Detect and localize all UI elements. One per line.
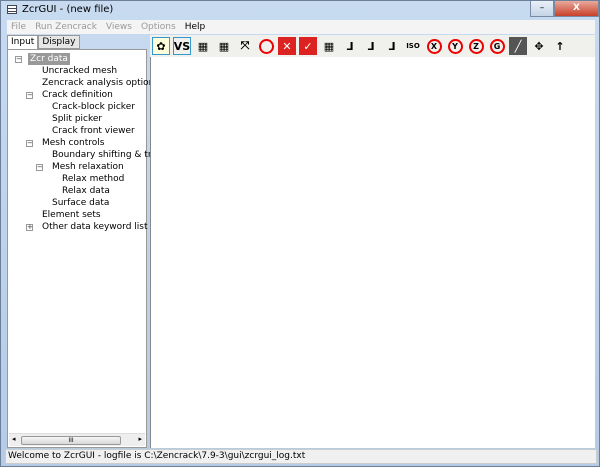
delete-mesh-icon[interactable]: ✕	[278, 37, 296, 55]
tree-item-uncracked-mesh[interactable]: Uncracked mesh	[42, 65, 117, 77]
fit-view-icon[interactable]: ⤧	[236, 37, 254, 55]
tree-item-element-sets[interactable]: Element sets	[42, 209, 101, 221]
tree-item-crack-definition[interactable]: Crack definition	[42, 89, 113, 101]
axes-xz-icon[interactable]: ⅃	[383, 37, 401, 55]
tab-display[interactable]: Display	[38, 35, 80, 49]
check-mesh-icon[interactable]: ✓	[299, 37, 317, 55]
tree-panel: − Zcr data Uncracked mesh Zencrack analy…	[7, 49, 171, 448]
menu-file[interactable]: File	[11, 20, 26, 34]
menu-run-zencrack[interactable]: Run Zencrack	[35, 20, 97, 34]
vs-icon[interactable]: VS	[173, 37, 191, 55]
scroll-thumb[interactable]: III	[21, 436, 121, 445]
tree-root[interactable]: Zcr data	[28, 53, 70, 65]
status-bar: Welcome to ZcrGUI - logfile is C:\Zencra…	[5, 449, 597, 464]
collapse-icon[interactable]: −	[26, 92, 33, 99]
app-icon	[7, 5, 17, 14]
axes-yx-icon[interactable]: ⅃	[341, 37, 359, 55]
panel-tabs: Input Display	[7, 35, 80, 50]
mesh-grid-2-icon[interactable]: ▦	[215, 37, 233, 55]
menu-options[interactable]: Options	[141, 20, 176, 34]
collapse-icon[interactable]: −	[26, 140, 33, 147]
expand-icon[interactable]: +	[26, 224, 33, 231]
tab-input[interactable]: Input	[7, 35, 39, 50]
up-arrow-icon[interactable]: ↑	[551, 37, 569, 55]
rotate-x-icon[interactable]: X	[425, 37, 443, 55]
scroll-right-icon[interactable]: ▸	[138, 435, 142, 443]
rotate-z-icon[interactable]: Z	[467, 37, 485, 55]
tree-item-mesh-controls[interactable]: Mesh controls	[42, 137, 104, 149]
menu-bar: File Run Zencrack Views Options Help	[7, 20, 595, 34]
minimize-button[interactable]: –	[530, 1, 554, 17]
collapse-icon[interactable]: −	[36, 164, 43, 171]
title-bar: ZcrGUI - (new file) – ▢ X	[1, 1, 600, 19]
tree-item-crack-front-viewer[interactable]: Crack front viewer	[52, 125, 135, 137]
tree-item-other-data-keyword-list[interactable]: Other data keyword list	[42, 221, 148, 233]
axes-iso-icon[interactable]: ISO	[404, 37, 422, 55]
tree-item-analysis-options[interactable]: Zencrack analysis options	[42, 77, 159, 89]
model-icon[interactable]: ✿	[152, 37, 170, 55]
menu-views[interactable]: Views	[106, 20, 132, 34]
graphics-canvas[interactable]	[150, 57, 595, 448]
tree-item-split-picker[interactable]: Split picker	[52, 113, 102, 125]
toolbar: ✿ VS ▦ ▦ ⤧ ✕ ✓ ▦ ⅃ ⅃ ⅃ ISO X Y Z G ╱ ✥ ↑	[150, 35, 595, 57]
rotate-g-icon[interactable]: G	[488, 37, 506, 55]
rotate-icon[interactable]	[257, 37, 275, 55]
mesh-grid-icon[interactable]: ▦	[194, 37, 212, 55]
horizontal-scrollbar[interactable]: ◂ III ▸	[9, 433, 145, 446]
rotate-y-icon[interactable]: Y	[446, 37, 464, 55]
grid-icon[interactable]: ▦	[320, 37, 338, 55]
main-window: ZcrGUI - (new file) – ▢ X File Run Zencr…	[0, 0, 600, 467]
scroll-left-icon[interactable]: ◂	[12, 435, 16, 443]
collapse-icon[interactable]: −	[15, 56, 22, 63]
window-title: ZcrGUI - (new file)	[22, 4, 114, 15]
tree-item-relax-method[interactable]: Relax method	[62, 173, 124, 185]
tree-item-relax-data[interactable]: Relax data	[62, 185, 110, 197]
tree-item-crack-block-picker[interactable]: Crack-block picker	[52, 101, 135, 113]
pan-icon[interactable]: ✥	[530, 37, 548, 55]
tree-item-mesh-relaxation[interactable]: Mesh relaxation	[52, 161, 124, 173]
tree-item-surface-data[interactable]: Surface data	[52, 197, 109, 209]
axes-zy-icon[interactable]: ⅃	[362, 37, 380, 55]
curve-icon[interactable]: ╱	[509, 37, 527, 55]
menu-help[interactable]: Help	[185, 20, 206, 34]
close-button[interactable]: X	[554, 1, 599, 17]
